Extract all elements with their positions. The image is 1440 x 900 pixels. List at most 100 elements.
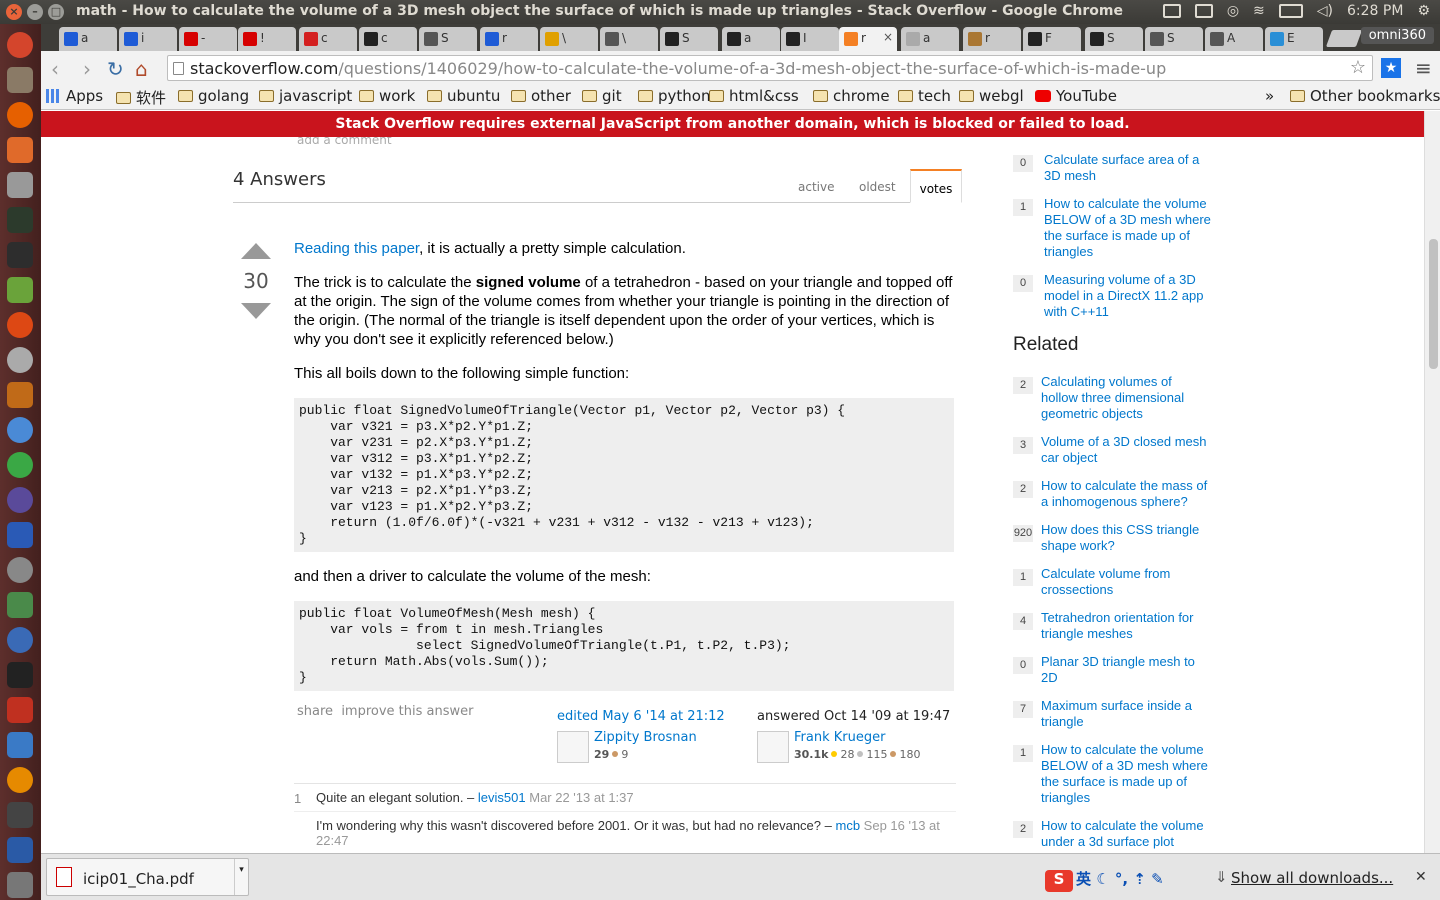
keyboard-icon[interactable] [1162,4,1181,18]
comment-date[interactable]: Mar 22 '13 at 1:37 [529,790,633,805]
home-button[interactable]: ⌂ [135,57,148,81]
bookmark-apps[interactable]: Apps [46,87,103,105]
input-method-toolbar[interactable]: S英 ☾ °, ⇡ ✎ [1045,868,1164,892]
avatar[interactable] [557,731,589,763]
question-link[interactable]: How to calculate the volume BELOW of a 3… [1041,742,1211,806]
launcher-ubuntu-icon[interactable] [7,32,33,58]
browser-tab[interactable]: S [660,27,718,51]
launcher-eclipse2-icon[interactable] [7,487,33,513]
tab-sort-votes[interactable]: votes [910,169,962,203]
browser-tab[interactable]: r [963,27,1021,51]
launcher-app2-icon[interactable] [7,557,33,583]
question-link[interactable]: Calculate surface area of a 3D mesh [1044,152,1214,184]
back-button[interactable]: ‹ [51,57,59,81]
paper-link[interactable]: Reading this paper [294,240,419,257]
profile-button[interactable]: omni360 [1360,27,1434,44]
launcher-app4-icon[interactable] [7,697,33,723]
wifi-icon[interactable]: ≋ [1253,3,1265,19]
question-link[interactable]: Volume of a 3D closed mesh car object [1041,434,1211,466]
bookmark-folder[interactable]: tech [898,87,951,105]
bookmark-folder[interactable]: ubuntu [427,87,500,105]
launcher-terminal-icon[interactable] [7,242,33,268]
window-maximize-button[interactable]: □ [48,4,64,20]
question-link[interactable]: Calculate volume from crossections [1041,566,1211,598]
browser-tab[interactable]: F [1023,27,1081,51]
launcher-device-icon[interactable] [7,802,33,828]
browser-tab[interactable]: \ [600,27,658,51]
launcher-trash-icon[interactable] [7,872,33,898]
download-item[interactable]: icip01_Cha.pdf ▾ [46,858,249,896]
reload-button[interactable]: ↻ [107,57,124,81]
browser-tab[interactable]: r [480,27,538,51]
question-link[interactable]: How to calculate the volume under a 3d s… [1041,818,1211,850]
address-bar[interactable]: stackoverflow.com/questions/1406029/how-… [167,55,1373,81]
question-link[interactable]: How to calculate the mass of a inhomogen… [1041,478,1211,510]
bookmark-folder[interactable]: golang [178,87,249,105]
browser-tab[interactable]: r × [839,27,897,51]
add-comment-link[interactable]: add a comment [297,137,392,147]
comment-user-link[interactable]: levis501 [478,790,526,805]
browser-tab[interactable]: a [901,27,959,51]
edited-date-link[interactable]: edited May 6 '14 at 21:12 [557,709,725,724]
launcher-chromium-icon[interactable] [7,417,33,443]
bookmark-folder[interactable]: chrome [813,87,890,105]
browser-tab[interactable]: S [1085,27,1143,51]
launcher-workspace-icon[interactable] [7,837,33,863]
launcher-download-icon[interactable] [7,592,33,618]
volume-icon[interactable]: ◁) [1317,3,1333,19]
bookmark-folder[interactable]: 软件 [116,87,166,108]
question-link[interactable]: Planar 3D triangle mesh to 2D [1041,654,1211,686]
sync-icon[interactable]: ◎ [1227,3,1239,19]
bookmark-folder[interactable]: git [582,87,622,105]
close-download-shelf-button[interactable]: ✕ [1415,869,1427,885]
calendar-icon[interactable] [1194,4,1213,18]
browser-tab[interactable]: I [781,27,839,51]
clock[interactable]: 6:28 PM [1347,3,1403,19]
browser-tab[interactable]: E [1265,27,1323,51]
launcher-settings-icon[interactable] [7,172,33,198]
bookmarks-overflow-button[interactable]: » [1265,87,1274,105]
vote-up-button[interactable] [241,243,271,259]
browser-tab[interactable]: c [359,27,417,51]
bookmark-folder[interactable]: html&css [709,87,799,105]
launcher-inkscape-icon[interactable] [7,662,33,688]
window-close-button[interactable]: × [6,4,22,20]
browser-tab[interactable]: a [59,27,117,51]
settings-gear-icon[interactable]: ⚙ [1417,3,1430,19]
launcher-document-icon[interactable] [7,732,33,758]
show-all-downloads-link[interactable]: Show all downloads... [1231,869,1393,887]
browser-tab[interactable]: i [119,27,177,51]
bookmark-folder[interactable]: other [511,87,571,105]
menu-icon[interactable]: ≡ [1415,56,1432,80]
question-link[interactable]: Maximum surface inside a triangle [1041,698,1211,730]
bookmark-star-icon[interactable]: ☆ [1350,57,1366,78]
new-tab-button[interactable] [1325,30,1363,47]
browser-tab[interactable]: a [722,27,780,51]
browser-tab[interactable]: ! [238,27,296,51]
launcher-monitor-icon[interactable] [7,207,33,233]
download-menu-button[interactable]: ▾ [234,859,248,895]
window-minimize-button[interactable]: – [27,4,43,20]
question-link[interactable]: How does this CSS triangle shape work? [1041,522,1211,554]
question-link[interactable]: Calculating volumes of hollow three dime… [1041,374,1211,422]
forward-button[interactable]: › [83,57,91,81]
battery-icon[interactable] [1278,4,1303,18]
bookmark-folder[interactable]: python [638,87,710,105]
author-user-link[interactable]: Frank Krueger [794,730,885,745]
comment-user-link[interactable]: mcb [835,818,860,833]
browser-tab[interactable]: - [179,27,237,51]
question-link[interactable]: Tetrahedron orientation for triangle mes… [1041,610,1211,642]
browser-tab[interactable]: S [1145,27,1203,51]
launcher-software-icon[interactable] [7,137,33,163]
launcher-install-icon[interactable] [7,277,33,303]
editor-user-link[interactable]: Zippity Brosnan [594,730,697,745]
launcher-firefox-icon[interactable] [7,102,33,128]
other-bookmarks-folder[interactable]: Other bookmarks [1290,87,1440,105]
improve-answer-link[interactable]: improve this answer [341,704,473,719]
launcher-chrome-icon[interactable] [7,452,33,478]
extension-star-icon[interactable]: ★ [1381,58,1401,78]
browser-tab[interactable]: c [299,27,357,51]
tab-sort-active[interactable]: active [798,180,834,194]
tab-sort-oldest[interactable]: oldest [859,180,896,194]
question-link[interactable]: Measuring volume of a 3D model in a Dire… [1044,272,1214,320]
